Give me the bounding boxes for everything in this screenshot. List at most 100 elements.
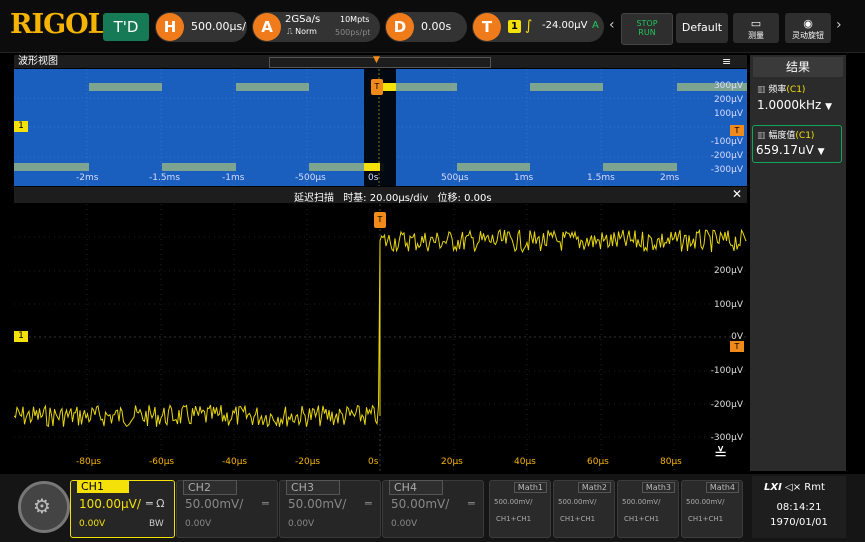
result-item-amplitude[interactable]: ▥ 幅度值(C1) 659.17uV ▼ — [752, 125, 842, 163]
x-tick-label: -1ms — [222, 173, 245, 183]
ch1-scale: 100.00μV/ — [79, 497, 141, 511]
system-status: LXI ◁× Rmt 08:14:21 1970/01/01 — [752, 476, 846, 538]
knob-button[interactable]: ◉ 灵动旋钮 — [785, 13, 831, 43]
ch1-waveform — [14, 228, 747, 428]
ch1-coupling: ═ Ω — [146, 497, 165, 510]
math2-panel[interactable]: Math2 500.00mV/ CH1+CH1 — [553, 480, 615, 538]
trigger-level-marker-main[interactable]: T — [730, 341, 744, 352]
top-toolbar: RIGOL T'D H 500.00μs/ A 2GSa/s 10Mpts ⎍ … — [0, 0, 865, 53]
ch4-offset: 0.00V — [391, 519, 418, 529]
ch4-panel[interactable]: CH4 50.00mV/ ═ 0.00V — [382, 480, 484, 538]
sample-rate: 2GSa/s — [285, 14, 321, 25]
ch3-scale: 50.00mV/ — [288, 497, 347, 511]
overview-waveform-panel: T 1 T -2ms -1.5ms -1ms -500μs 0s 500μs 1ms 1.5m… — [14, 69, 747, 186]
measure-label: 测量 — [748, 31, 764, 40]
lxi-icon: LXI — [764, 482, 782, 493]
measure-button[interactable]: ▭ 测量 — [733, 13, 779, 43]
ch2-coupling: ═ — [262, 497, 269, 510]
collapse-menu-icon[interactable]: ≚ — [714, 444, 727, 463]
delay-badge: D — [386, 13, 414, 41]
x-tick-label: -2ms — [76, 173, 99, 183]
trigger-source-badge: 1 — [508, 20, 521, 33]
y-tick-label: 100μV — [713, 109, 743, 119]
clock-time: 08:14:21 — [776, 502, 822, 513]
zoom-title: 延迟扫描 — [294, 193, 334, 204]
y-tick-label: -300μV — [710, 433, 743, 443]
memory-depth: 10Mpts — [340, 15, 370, 24]
sound-muted-icon[interactable]: ◁× — [785, 482, 801, 493]
main-waveform-svg — [14, 204, 747, 471]
ch4-scale: 50.00mV/ — [391, 497, 450, 511]
menu-icon[interactable]: ≡ — [722, 55, 731, 68]
x-tick-label: -80μs — [76, 457, 102, 467]
results-panel: 结果 ▥ 频率(C1) 1.0000kHz ▼ ▥ 幅度值(C1) 659.17… — [750, 55, 846, 471]
ch2-scale: 50.00mV/ — [185, 497, 244, 511]
y-tick-label: -100μV — [710, 137, 743, 147]
remote-indicator: Rmt — [804, 482, 825, 493]
trigger-level-marker[interactable]: T — [730, 125, 744, 136]
delay-control[interactable]: D 0.00s — [385, 12, 467, 42]
trigger-marker-main: T — [374, 212, 386, 228]
ch3-tab: CH3 — [286, 480, 340, 495]
delay-value: 0.00s — [421, 20, 452, 33]
x-tick-label: 40μs — [514, 457, 536, 467]
knob-label: 灵动旋钮 — [792, 31, 824, 40]
math4-scale: 500.00mV/ — [686, 498, 725, 506]
horizontal-scale-control[interactable]: H 500.00μs/ — [155, 12, 247, 42]
ch2-panel[interactable]: CH2 50.00mV/ ═ 0.00V — [176, 480, 278, 538]
trigger-marker-top: T — [371, 79, 383, 95]
trigger-position-marker: ▼ — [373, 55, 380, 65]
ch3-panel[interactable]: CH3 50.00mV/ ═ 0.00V — [279, 480, 381, 538]
pulse-icon: ⎍ — [287, 27, 293, 36]
result-item-frequency[interactable]: ▥ 频率(C1) 1.0000kHz ▼ — [753, 82, 842, 120]
trigger-mode-letter: A — [592, 20, 599, 31]
zoom-info: 延迟扫描 时基: 20.00μs/div 位移: 0.00s — [294, 189, 492, 204]
math1-tab: Math1 — [513, 482, 547, 493]
math3-panel[interactable]: Math3 500.00mV/ CH1+CH1 — [617, 480, 679, 538]
close-icon[interactable]: ✕ — [732, 187, 742, 201]
rising-edge-icon: ∫ — [525, 18, 533, 34]
math3-expr: CH1+CH1 — [624, 515, 660, 523]
rigol-menu-gear-icon[interactable]: ⚙ — [18, 481, 70, 533]
math1-scale: 500.00mV/ — [494, 498, 533, 506]
acquire-control[interactable]: A 2GSa/s 10Mpts ⎍ Norm 500ps/pt — [252, 12, 380, 42]
ch1-bw-limit: BW — [149, 519, 164, 529]
chart-icon: ▥ — [757, 85, 766, 95]
x-tick-label: 2ms — [660, 173, 680, 183]
stop-label: STOP — [636, 19, 658, 28]
x-tick-label: 0s — [368, 457, 379, 467]
ch2-offset: 0.00V — [185, 519, 212, 529]
y-tick-label: -200μV — [710, 151, 743, 161]
x-tick-label: -60μs — [149, 457, 175, 467]
waveform-view-header: 波形视图 ▼ ≡ — [14, 55, 747, 68]
acquire-badge: A — [253, 13, 281, 41]
ch4-tab: CH4 — [389, 480, 443, 495]
x-tick-label: -40μs — [222, 457, 248, 467]
ruler-icon: ▭ — [750, 17, 762, 30]
y-tick-label: -100μV — [710, 366, 743, 376]
zoom-window-indicator — [269, 57, 491, 68]
ch1-offset-marker-main[interactable]: 1 — [14, 331, 28, 342]
math4-panel[interactable]: Math4 500.00mV/ CH1+CH1 — [681, 480, 743, 538]
stop-run-button[interactable]: STOP RUN — [621, 13, 673, 45]
x-tick-label: 1ms — [514, 173, 534, 183]
acquire-mode: ⎍ Norm — [287, 27, 317, 36]
math1-expr: CH1+CH1 — [496, 515, 532, 523]
chevron-right-icon[interactable]: › — [836, 17, 842, 33]
waveform-view-title: 波形视图 — [18, 56, 58, 67]
amplitude-label: ▥ 幅度值(C1) — [757, 131, 815, 141]
math1-panel[interactable]: Math1 500.00mV/ CH1+CH1 — [489, 480, 551, 538]
trigger-control[interactable]: T 1 ∫ -24.00μV A — [472, 12, 604, 42]
ch1-offset-marker[interactable]: 1 — [14, 121, 28, 132]
default-button[interactable]: Default — [676, 13, 728, 43]
chevron-left-icon[interactable]: ‹ — [609, 17, 615, 33]
ch1-panel[interactable]: CH1 100.00μV/ ═ Ω 0.00V BW — [70, 480, 175, 538]
horizontal-badge: H — [156, 13, 184, 41]
main-waveform-panel: T 1 T -80μs -60μs -40μs -20μs 0s 20μs 40μs 60μs… — [14, 204, 747, 471]
y-tick-label: 100μV — [713, 300, 743, 310]
x-tick-label: -500μs — [295, 173, 326, 183]
td-mode-button[interactable]: T'D — [103, 13, 149, 41]
x-tick-label: 60μs — [587, 457, 609, 467]
time-per-point: 500ps/pt — [335, 28, 371, 37]
x-tick-label: 80μs — [660, 457, 682, 467]
